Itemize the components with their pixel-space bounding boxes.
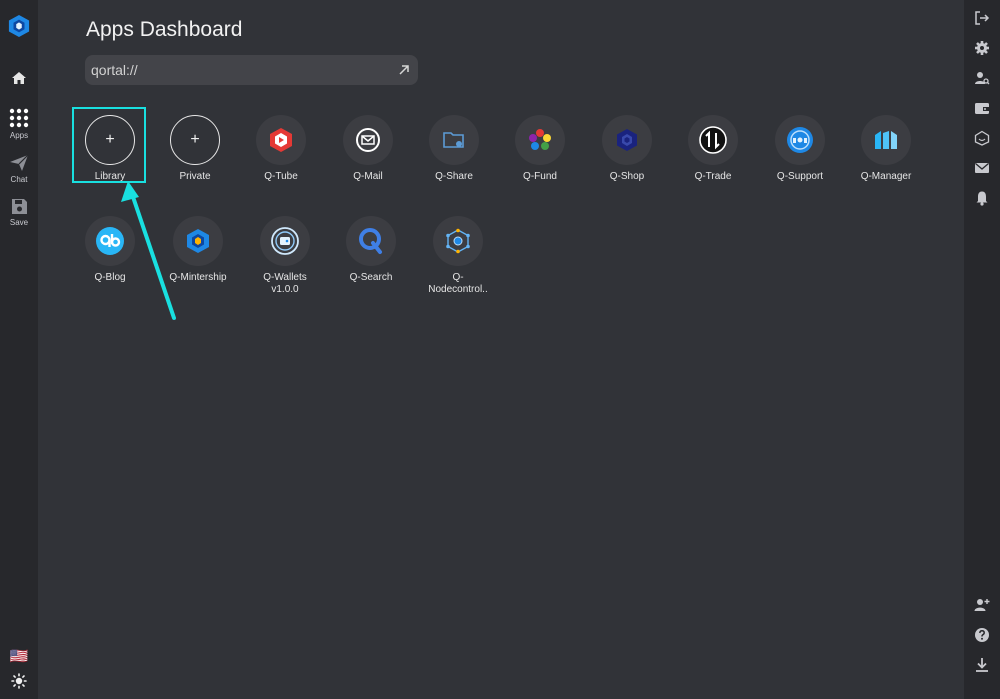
mail-icon[interactable] — [974, 160, 990, 176]
q-wallets-icon — [271, 227, 299, 255]
url-bar[interactable] — [85, 55, 418, 85]
app-q-trade[interactable]: Q-Trade — [670, 115, 756, 183]
q-shop-icon — [617, 129, 637, 151]
app-name: Q-Trade — [694, 171, 732, 182]
app-name: Q-Manager — [860, 171, 912, 182]
app-name: Q-Fund — [523, 171, 557, 182]
app-q-search[interactable]: Q-Search — [328, 216, 414, 284]
sidebar-item-label: Chat — [10, 175, 28, 184]
highlight-box — [72, 107, 146, 183]
save-icon — [11, 199, 27, 214]
wallet-icon[interactable] — [974, 100, 990, 116]
sidebar-item-home[interactable] — [0, 70, 38, 86]
app-name: Q-Nodecontrol.. — [428, 272, 488, 295]
sidebar-item-label: Apps — [9, 131, 29, 140]
user-add-icon[interactable] — [974, 597, 990, 613]
q-support-icon — [787, 127, 813, 153]
user-search-icon[interactable] — [974, 70, 990, 86]
q-fund-icon — [529, 129, 551, 150]
app-q-nodecontrol[interactable]: Q-Nodecontrol.. — [415, 216, 501, 296]
sidebar-item-save[interactable]: Save — [0, 198, 38, 227]
app-q-tube[interactable]: Q-Tube — [238, 115, 324, 183]
apps-grid-icon — [9, 108, 29, 128]
app-q-support[interactable]: Q-Support — [757, 115, 843, 183]
sidebar-item-chat[interactable]: Chat — [0, 154, 38, 184]
app-name: Q-Share — [435, 171, 473, 182]
q-nodecontrol-icon — [446, 228, 470, 254]
app-q-shop[interactable]: Q-Shop — [584, 115, 670, 183]
app-private[interactable]: + Private — [152, 115, 238, 183]
settings-gear-icon[interactable] — [974, 40, 990, 56]
app-name: Q-Support — [776, 171, 824, 182]
page-title: Apps Dashboard — [86, 18, 243, 41]
left-sidebar: Apps Chat Save 🇺🇸 — [0, 0, 38, 699]
help-icon[interactable] — [974, 627, 990, 643]
q-mintership-icon — [187, 229, 209, 253]
app-q-wallets[interactable]: Q-Wallets v1.0.0 — [242, 216, 328, 296]
send-icon — [10, 154, 29, 171]
home-icon — [12, 72, 26, 84]
logout-icon[interactable] — [974, 10, 990, 26]
pointer-arrow-icon — [121, 181, 176, 320]
right-sidebar — [964, 0, 1000, 699]
q-trade-icon — [699, 126, 727, 154]
home-outline-icon[interactable] — [974, 130, 990, 146]
sidebar-bottom: 🇺🇸 — [0, 649, 38, 689]
app-name: Q-Mail — [353, 171, 383, 182]
app-name: Private — [179, 171, 211, 182]
arrow-up-right-icon[interactable] — [398, 64, 410, 76]
app-name: Q-Wallets v1.0.0 — [263, 272, 307, 295]
qortal-logo-icon[interactable] — [8, 14, 30, 38]
download-icon[interactable] — [974, 657, 990, 673]
app-name: Q-Shop — [609, 171, 645, 182]
sidebar-item-apps[interactable]: Apps — [0, 108, 38, 140]
q-share-icon — [443, 132, 464, 148]
bell-icon[interactable] — [974, 190, 990, 206]
q-tube-icon — [270, 128, 292, 152]
app-name: Q-Tube — [264, 171, 298, 182]
language-flag-icon[interactable]: 🇺🇸 — [10, 649, 29, 665]
url-input[interactable] — [91, 62, 398, 78]
q-search-icon — [359, 228, 382, 254]
sidebar-item-label: Save — [9, 218, 29, 227]
app-q-share[interactable]: Q-Share — [411, 115, 497, 183]
q-mail-icon — [356, 128, 380, 152]
app-name: Q-Search — [349, 272, 393, 283]
app-q-fund[interactable]: Q-Fund — [497, 115, 583, 183]
add-icon: + — [170, 115, 220, 165]
sun-icon[interactable] — [11, 673, 27, 689]
app-q-manager[interactable]: Q-Manager — [843, 115, 929, 183]
app-q-mail[interactable]: Q-Mail — [325, 115, 411, 183]
q-manager-icon — [875, 131, 897, 149]
